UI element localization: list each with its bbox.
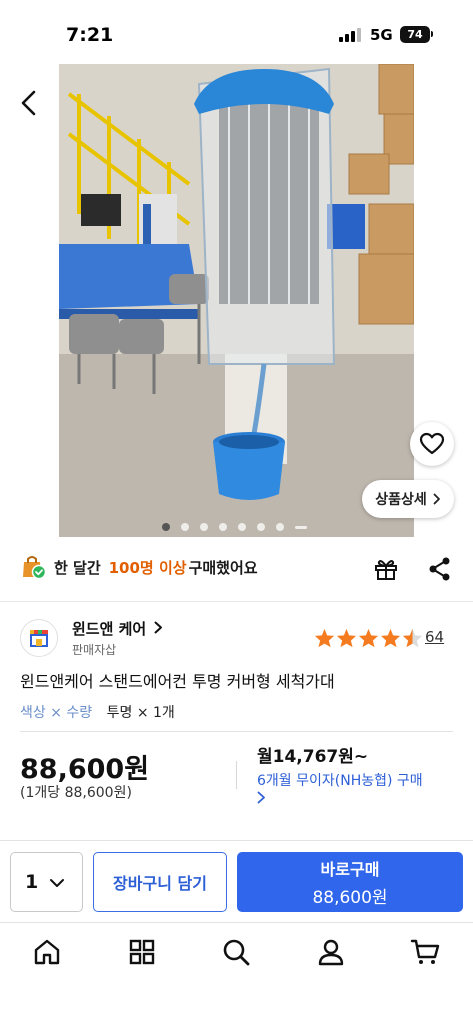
seller-name: 윈드앤 케어 [72, 620, 147, 638]
option-label: 색상 × 수량 [20, 705, 93, 721]
search-icon [223, 939, 250, 966]
product-title: 윈드앤케어 스탠드에어컨 투명 커버형 세척가대 [20, 672, 335, 691]
carousel-indicator[interactable] [162, 522, 307, 532]
star-half-icon [402, 628, 423, 648]
carousel-dot[interactable] [257, 523, 265, 531]
star-icon [314, 628, 335, 648]
bottom-tab-bar [0, 922, 473, 1024]
gift-coupon-icon [375, 560, 397, 580]
chevron-right-icon [154, 621, 163, 634]
home-icon [34, 939, 60, 965]
status-time: 7:21 [66, 24, 114, 46]
store-icon [30, 630, 48, 647]
quantity-value: 1 [25, 871, 39, 893]
star-icon [336, 628, 357, 648]
buy-now-button[interactable]: 바로구매 88,600원 [237, 852, 463, 912]
heart-icon [419, 432, 445, 455]
tab-search[interactable] [221, 937, 251, 967]
selected-option[interactable]: 색상 × 수량 투명 × 1개 [20, 702, 175, 722]
add-to-cart-button[interactable]: 장바구니 담기 [93, 852, 227, 912]
product-photo-illustration [59, 64, 414, 537]
star-icon [358, 628, 379, 648]
product-detail-label: 상품상세 [375, 492, 427, 508]
buy-now-label: 바로구매 [320, 860, 380, 879]
seller-type: 판매자삽 [72, 643, 117, 657]
tab-my-page[interactable] [316, 937, 346, 967]
wishlist-button[interactable] [410, 422, 454, 466]
status-bar: 7:21 5G 74 [0, 0, 473, 64]
carousel-dot[interactable] [200, 523, 208, 531]
product-price: 88,600원 [20, 754, 150, 785]
tab-category[interactable] [127, 937, 157, 967]
tab-home[interactable] [32, 937, 62, 967]
purchase-bar: 1 장바구니 담기 바로구매 88,600원 [0, 840, 473, 922]
purchase-count-row: 한 달간 100명 이상 구매했어요 [20, 552, 258, 582]
carousel-dot[interactable] [276, 523, 284, 531]
purchase-count-suffix: 구매했어요 [188, 558, 258, 577]
signal-icon [339, 28, 363, 42]
share-icon [429, 557, 450, 581]
section-divider [0, 601, 473, 602]
purchase-count-prefix: 한 달간 [54, 558, 101, 577]
star-icon [380, 628, 401, 648]
seller-name-link[interactable]: 윈드앤 케어 [72, 618, 163, 639]
buy-now-price: 88,600원 [312, 888, 388, 908]
chevron-left-icon [21, 90, 36, 116]
carousel-more-indicator [295, 525, 307, 529]
section-divider [20, 731, 453, 732]
quantity-select[interactable]: 1 [10, 852, 83, 912]
unit-price: (1개당 88,600원) [20, 785, 132, 801]
rating-stars [314, 628, 423, 648]
seller-logo[interactable] [20, 619, 58, 657]
monthly-price: 월14,767원~ [257, 747, 369, 767]
cart-icon [410, 939, 440, 964]
review-count-link[interactable]: 64 [425, 628, 444, 646]
back-button[interactable] [14, 88, 44, 118]
category-grid-icon [129, 939, 155, 965]
carousel-dot[interactable] [238, 523, 246, 531]
installment-link[interactable]: 6개월 무이자(NH농협) 구매 [257, 772, 457, 810]
coupon-button[interactable] [372, 555, 400, 583]
battery-icon: 74 [400, 26, 430, 43]
carousel-dot[interactable] [219, 523, 227, 531]
product-detail-button[interactable]: 상품상세 [362, 480, 454, 518]
purchase-count-highlight: 100명 이상 [108, 558, 187, 577]
chevron-right-icon [433, 493, 440, 505]
user-icon [318, 939, 344, 966]
network-label: 5G [370, 26, 393, 44]
shopping-bag-check-icon [23, 556, 46, 580]
option-value: 투명 × 1개 [106, 705, 175, 721]
chevron-down-icon [50, 879, 64, 887]
tab-cart[interactable] [410, 937, 440, 967]
chevron-right-icon [257, 791, 265, 804]
share-button[interactable] [428, 556, 452, 582]
add-to-cart-label: 장바구니 담기 [113, 874, 207, 893]
carousel-dot[interactable] [181, 523, 189, 531]
carousel-dot[interactable] [162, 523, 170, 531]
price-divider [236, 761, 237, 789]
product-image[interactable] [59, 64, 414, 537]
installment-label: 6개월 무이자(NH농협) 구매 [257, 773, 423, 789]
